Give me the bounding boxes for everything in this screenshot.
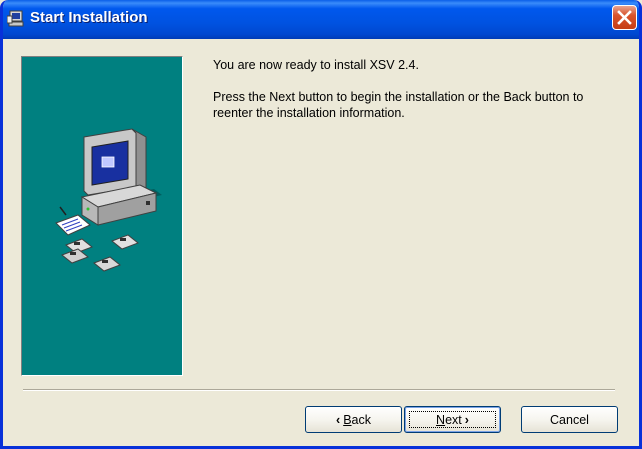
close-icon — [617, 10, 632, 25]
instruction-message: Press the Next button to begin the insta… — [213, 90, 584, 120]
close-button[interactable] — [612, 5, 637, 30]
focus-rectangle — [409, 411, 496, 428]
side-panel — [21, 56, 183, 376]
back-arrow: ‹ — [336, 412, 341, 427]
window-title: Start Installation — [30, 9, 148, 26]
cancel-button[interactable]: Cancel — [521, 406, 618, 433]
back-label: ack — [351, 412, 371, 427]
installer-window: Start Installation You are now ready to … — [0, 0, 642, 449]
title-bar[interactable]: Start Installation — [3, 0, 639, 39]
next-button[interactable]: Next › — [404, 406, 501, 433]
ready-message: You are now ready to install XSV 2.4. — [213, 58, 419, 72]
separator — [23, 389, 615, 391]
installer-icon — [7, 10, 24, 27]
dialog-content: You are now ready to install XSV 2.4. Pr… — [3, 39, 639, 446]
back-mnemonic: B — [343, 412, 352, 427]
computer-with-floppy-disks-illustration — [55, 128, 162, 272]
back-button[interactable]: ‹ Back — [305, 406, 402, 433]
